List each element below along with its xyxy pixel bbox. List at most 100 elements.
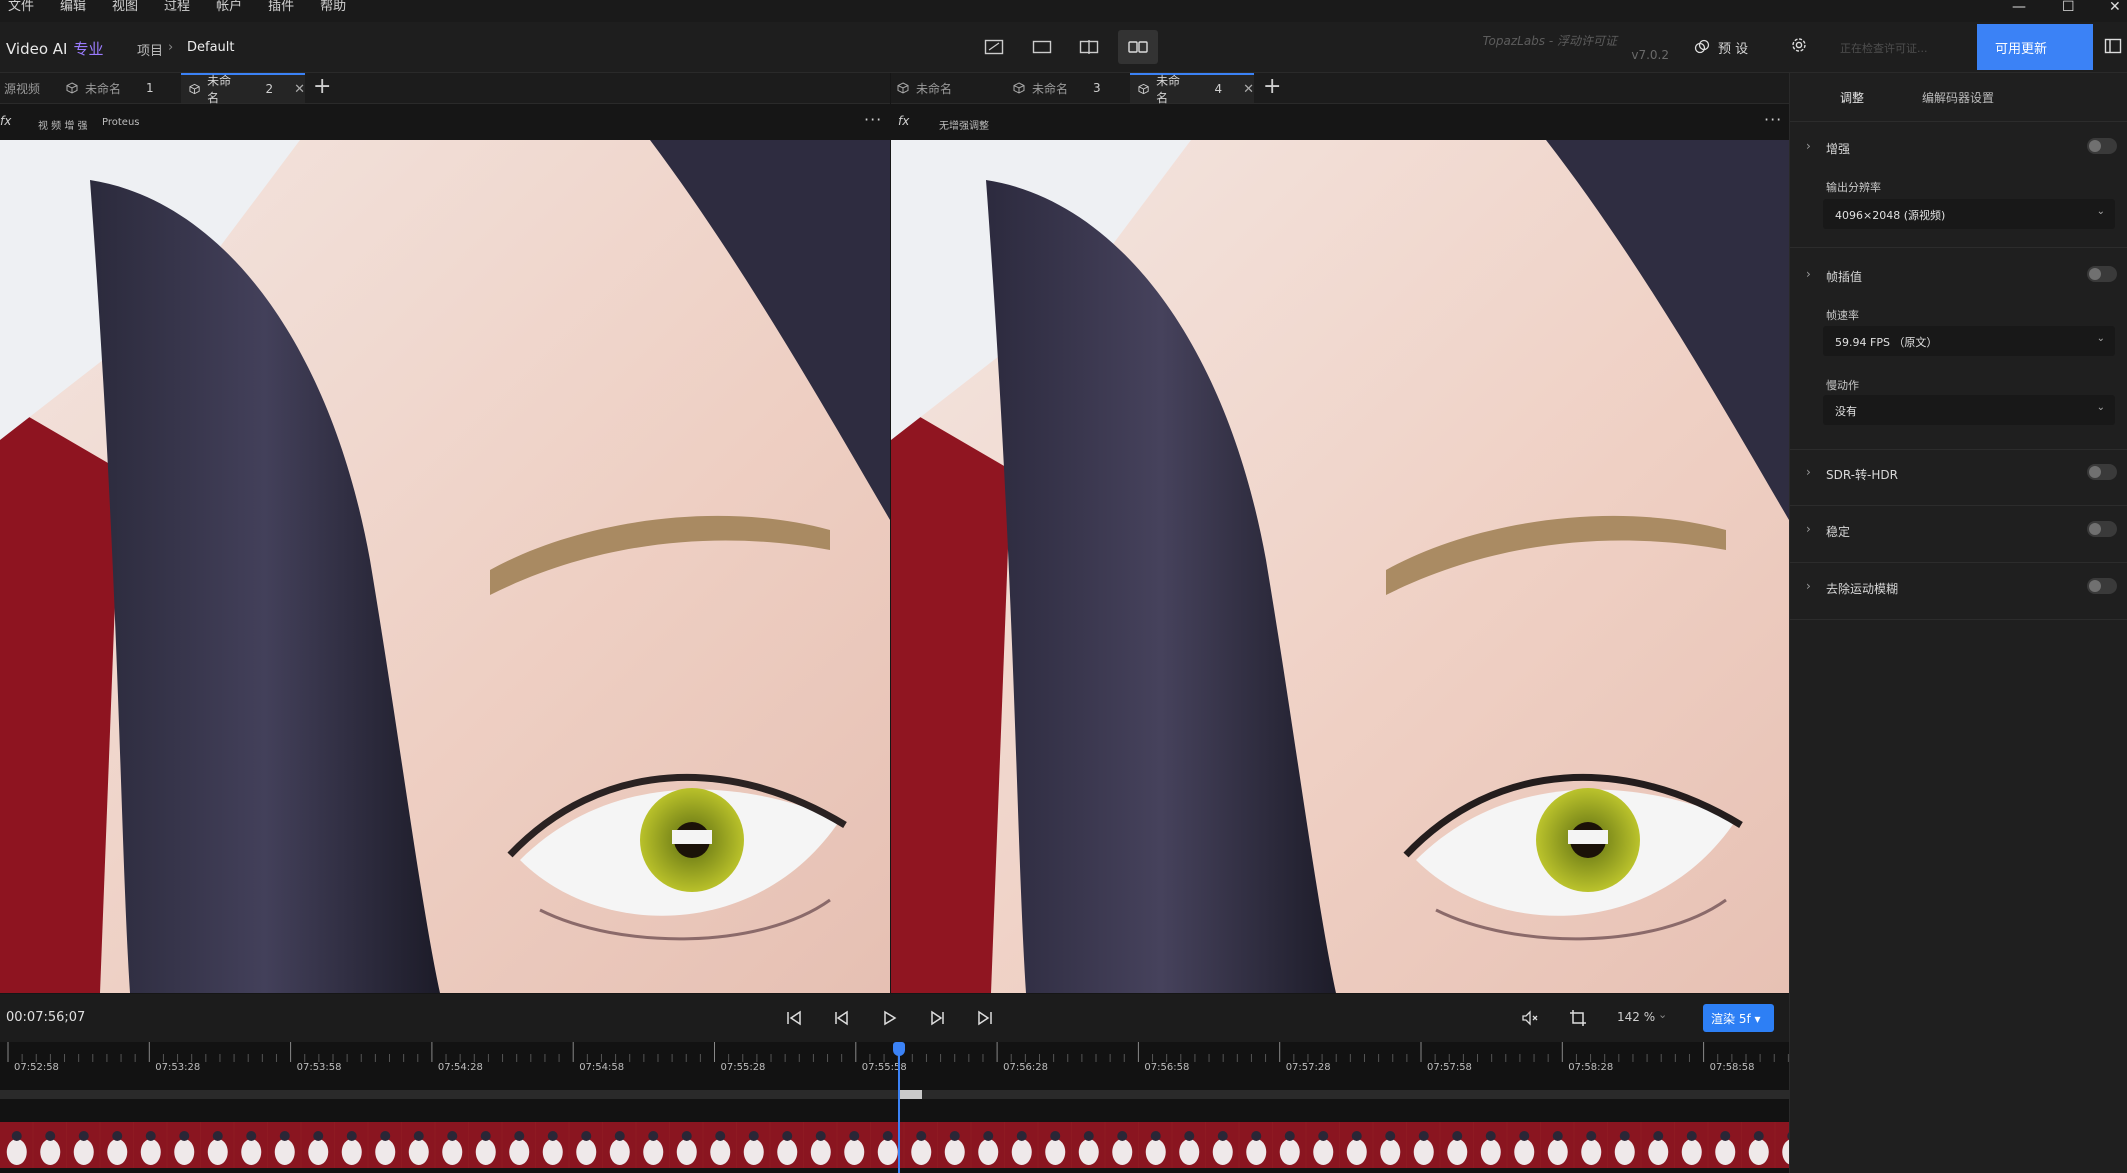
chevron-right-icon: › [1806, 465, 1811, 479]
previous-frame-button[interactable] [830, 1006, 854, 1030]
tab-untitled-1[interactable]: 未命名 1 [66, 73, 154, 103]
cube-icon [1013, 82, 1025, 94]
enhance-toggle[interactable] [2087, 138, 2117, 154]
add-tab-button[interactable]: + [313, 75, 331, 99]
more-options-button[interactable]: ··· [864, 110, 882, 129]
filmstrip-thumbnail [167, 1122, 200, 1168]
menu-edit[interactable]: 编辑 [60, 0, 86, 14]
render-button[interactable]: 渲染 5f ▾ [1703, 1004, 1774, 1032]
close-icon[interactable]: ✕ [1243, 82, 1254, 97]
timeline[interactable]: 07:52:58 07:53:28 07:53:58 07:54:28 07:54:58… [0, 1042, 1789, 1173]
filmstrip-thumbnail [904, 1122, 937, 1168]
view-side-by-side-icon [1128, 41, 1148, 53]
tab-source-video[interactable]: 源视频 [4, 73, 40, 103]
section-title: 稳定 [1826, 525, 1851, 539]
update-available-button[interactable]: 可用更新 [1977, 24, 2093, 70]
maximize-button[interactable]: ☐ [2062, 0, 2075, 14]
view-split-icon [1079, 40, 1099, 54]
fx-icon[interactable]: fx [898, 114, 909, 128]
playhead[interactable] [898, 1042, 901, 1173]
zoom-level[interactable]: 142 % [1617, 1010, 1655, 1024]
menu-process[interactable]: 过程 [164, 0, 190, 14]
filmstrip-thumbnail [1105, 1122, 1138, 1168]
filmstrip-thumbnail [201, 1122, 234, 1168]
menu-help[interactable]: 帮助 [320, 0, 346, 14]
timeline-tick-label: 07:54:58 [579, 1062, 625, 1073]
filmstrip-thumbnail [1273, 1122, 1306, 1168]
go-to-start-button[interactable] [782, 1006, 806, 1030]
view-single-button[interactable] [1022, 30, 1062, 64]
close-icon[interactable]: ✕ [294, 82, 305, 97]
menu-view[interactable]: 视图 [112, 0, 138, 14]
chevron-right-icon: › [1806, 579, 1811, 593]
toolbar: Video AI 专业 项目 › Default TopazLabs - 浮动许可… [0, 22, 2127, 73]
settings-button[interactable] [1790, 36, 1808, 58]
filmstrip-thumbnail [33, 1122, 66, 1168]
go-to-end-button[interactable] [973, 1006, 997, 1030]
tab-untitled-4[interactable]: 未命名 4 ✕ [1130, 73, 1254, 105]
more-options-button[interactable]: ··· [1764, 110, 1782, 129]
right-tab-bar: 未命名 未命名 3 未命名 4 ✕ + [891, 73, 1789, 105]
view-single-original-button[interactable] [974, 30, 1014, 64]
tab-number: 1 [146, 81, 154, 95]
close-window-button[interactable]: ✕ [2109, 0, 2121, 14]
left-model-bar: fx 视 频 增 强 Proteus ··· [0, 104, 890, 140]
divider [1790, 562, 2127, 563]
preset-icon [1694, 39, 1710, 54]
filmstrip-thumbnail [1172, 1122, 1205, 1168]
playhead-handle[interactable] [893, 1042, 906, 1056]
filmstrip-thumbnail [268, 1122, 301, 1168]
filmstrip-thumbnail [636, 1122, 669, 1168]
select-value: 59.94 FPS （原文） [1835, 336, 1938, 349]
stabilize-toggle[interactable] [2087, 521, 2117, 537]
current-timecode: 00:07:56;07 [6, 1010, 86, 1025]
timeline-range-handle[interactable] [898, 1090, 923, 1099]
timeline-track[interactable] [0, 1090, 1789, 1099]
chevron-down-icon[interactable]: ⌄ [1658, 1008, 1667, 1021]
slowmo-select[interactable]: 没有 ⌄ [1823, 395, 2115, 425]
skip-to-end-icon [978, 1010, 992, 1026]
mute-button[interactable] [1518, 1006, 1542, 1030]
frame-interpolation-toggle[interactable] [2087, 266, 2117, 282]
tab-untitled-3[interactable]: 未命名 3 [1013, 73, 1101, 103]
menu-account[interactable]: 帐户 [216, 0, 242, 14]
tab-untitled[interactable]: 未命名 [897, 73, 952, 103]
filmstrip-thumbnail [1206, 1122, 1239, 1168]
crop-button[interactable] [1566, 1006, 1590, 1030]
preview-original[interactable] [0, 140, 890, 993]
sdr-hdr-toggle[interactable] [2087, 464, 2117, 480]
divider [1790, 449, 2127, 450]
transport-bar: 00:07:56;07 142 % ⌄ 渲染 5f ▾ [0, 994, 1789, 1042]
breadcrumb-root[interactable]: 项目 [137, 40, 163, 59]
framerate-select[interactable]: 59.94 FPS （原文） ⌄ [1823, 326, 2115, 356]
tab-codec-settings[interactable]: 编解码器设置 [1922, 89, 1994, 106]
preset-button[interactable]: 预 设 [1694, 36, 1748, 58]
preview-enhanced[interactable] [891, 140, 1789, 993]
tab-label: 未命名 [916, 81, 953, 96]
filmstrip-thumbnail [1742, 1122, 1775, 1168]
motion-deblur-toggle[interactable] [2087, 578, 2117, 594]
app-brand: Video AI 专业 [6, 38, 104, 59]
add-tab-button[interactable]: + [1263, 75, 1281, 99]
tab-adjust[interactable]: 调整 [1840, 89, 1864, 106]
tab-untitled-2[interactable]: 未命名 2 ✕ [181, 73, 305, 105]
menu-file[interactable]: 文件 [8, 0, 34, 14]
next-frame-button[interactable] [925, 1006, 949, 1030]
filmstrip-thumbnail [938, 1122, 971, 1168]
output-resolution-select[interactable]: 4096×2048 (源视频) ⌄ [1823, 199, 2115, 229]
timeline-tick-label: 07:57:28 [1285, 1062, 1331, 1073]
fx-icon[interactable]: fx [0, 114, 11, 128]
breadcrumb-current[interactable]: Default [187, 40, 235, 55]
chevron-down-icon: ⌄ [2096, 402, 2105, 413]
filmstrip-thumbnail [134, 1122, 167, 1168]
license-status: 正在检查许可证... [1840, 42, 1928, 55]
view-side-by-side-button[interactable] [1118, 30, 1158, 64]
timeline-tick-label: 07:52:58 [14, 1062, 59, 1073]
view-split-button[interactable] [1069, 30, 1109, 64]
minimize-button[interactable]: — [2012, 0, 2026, 14]
enhance-label: 视 频 增 强 [38, 121, 88, 132]
menu-plugins[interactable]: 插件 [268, 0, 294, 14]
play-button[interactable] [877, 1006, 901, 1030]
panel-toggle-button[interactable] [2104, 37, 2122, 59]
no-enhance-label: 无增强调整 [939, 121, 989, 132]
